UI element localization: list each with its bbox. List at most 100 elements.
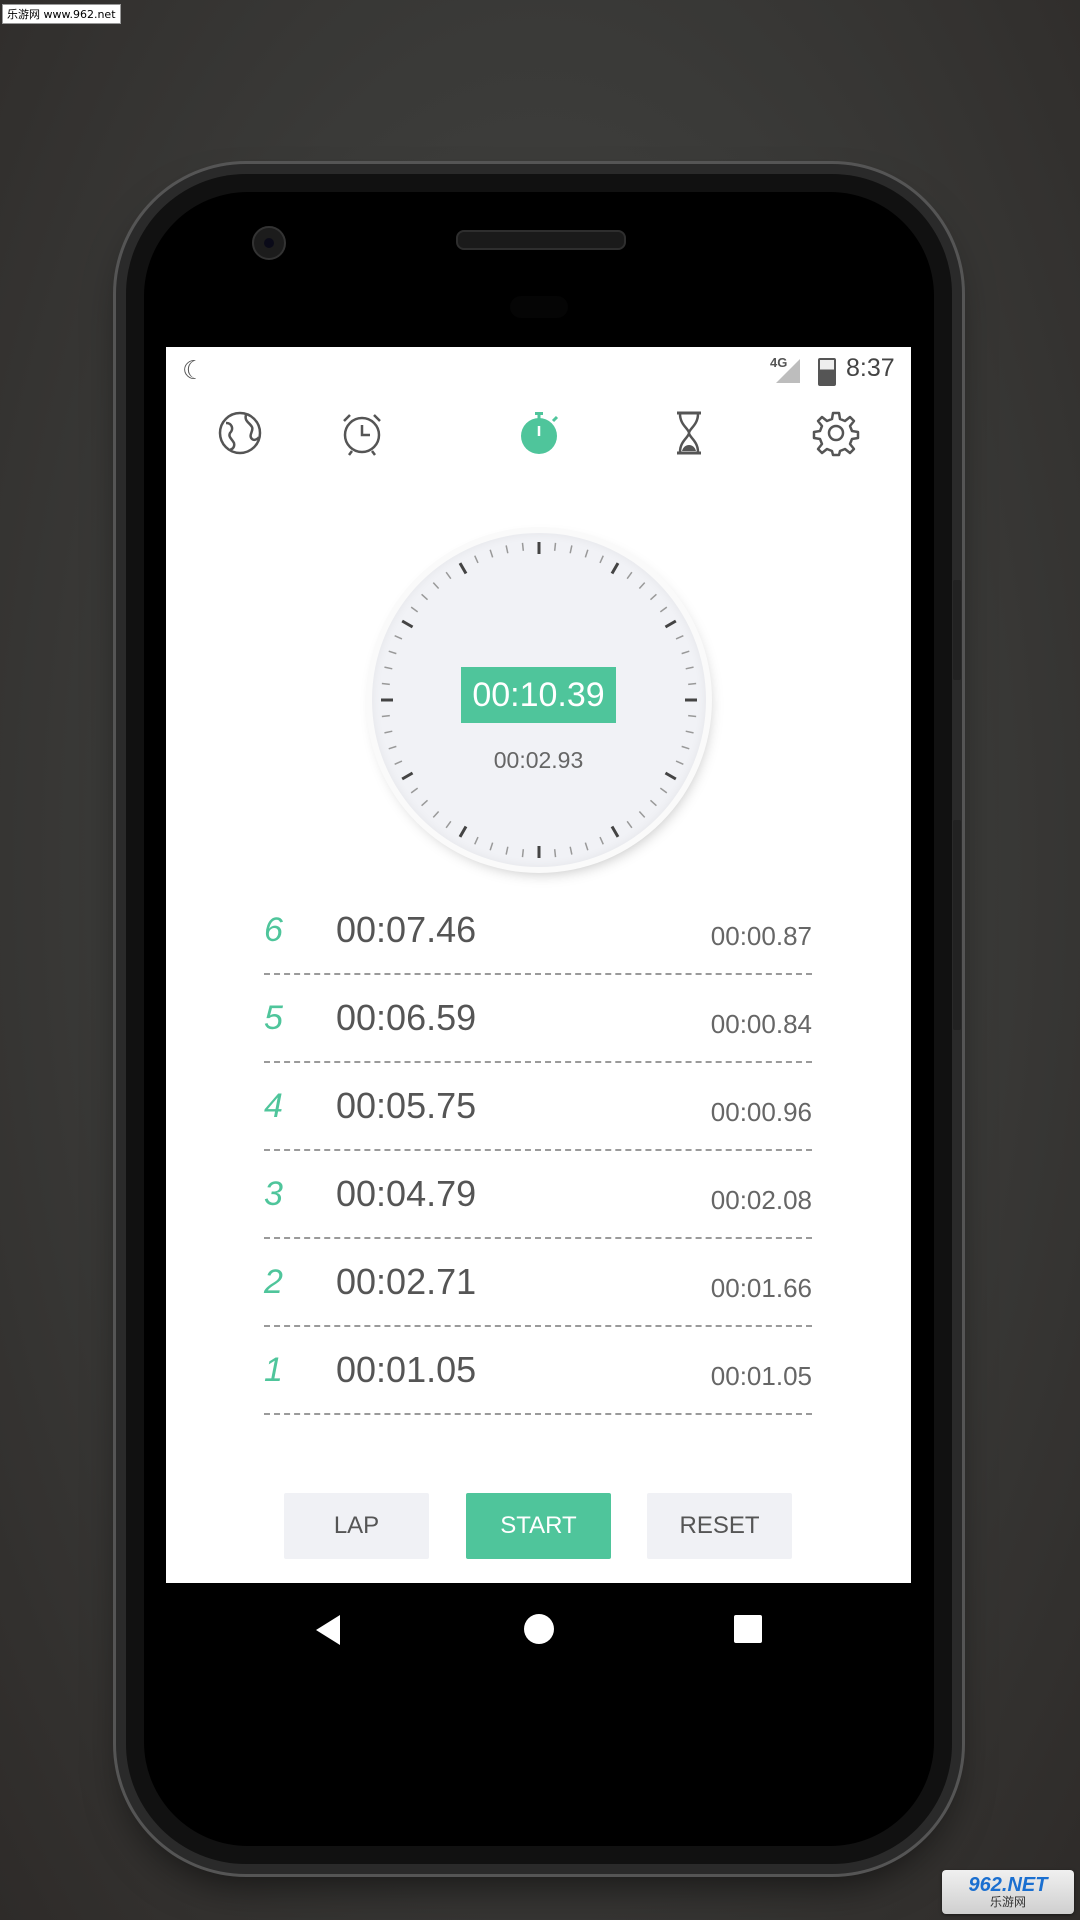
tab-world-clock[interactable] [210, 403, 270, 463]
dial-minor-tick [584, 549, 589, 558]
lap-row: 6 00:07.46 00:00.87 [264, 887, 812, 975]
dial-minor-tick [421, 799, 429, 807]
lap-row: 5 00:06.59 00:00.84 [264, 975, 812, 1063]
lap-row: 4 00:05.75 00:00.96 [264, 1063, 812, 1151]
lap-total-time: 00:06.59 [336, 997, 477, 1038]
lap-split-time: 00:00.87 [710, 921, 812, 951]
proximity-sensor [510, 296, 568, 318]
dial-major-tick [664, 619, 677, 629]
tab-alarm[interactable] [332, 403, 392, 463]
dial-minor-tick [584, 842, 589, 851]
dial-minor-tick [505, 545, 509, 554]
dial-minor-tick [599, 555, 604, 564]
dial-minor-tick [685, 730, 694, 734]
dial-minor-tick [474, 555, 479, 564]
dial-minor-tick [521, 849, 525, 858]
start-button[interactable]: START [466, 1493, 611, 1559]
dial-minor-tick [489, 842, 494, 851]
lap-list: 6 00:07.46 00:00.87 5 00:06.59 00:00.84 … [264, 887, 812, 1415]
dial-minor-tick [626, 571, 633, 580]
dial-minor-tick [685, 666, 694, 670]
app-screen: ☾ 4G 8:37 00:10.39 00:02.93 6 00:07.46 0… [166, 347, 911, 1583]
dial-minor-tick [384, 666, 393, 670]
reset-button[interactable]: RESET [647, 1493, 792, 1559]
lap-total-time: 00:01.05 [336, 1349, 477, 1390]
home-icon[interactable] [524, 1614, 554, 1644]
current-lap-time: 00:02.93 [493, 747, 584, 773]
dial-minor-tick [688, 714, 697, 718]
stopwatch-icon [521, 412, 559, 454]
recents-icon[interactable] [734, 1615, 762, 1643]
front-camera [252, 226, 286, 260]
dial-minor-tick [638, 582, 646, 590]
battery-icon [818, 358, 836, 386]
tab-timer[interactable] [659, 403, 719, 463]
dial-minor-tick [659, 787, 668, 794]
dial-minor-tick [445, 571, 452, 580]
lap-split-time: 00:00.84 [710, 1009, 812, 1039]
lap-number: 3 [264, 1175, 283, 1213]
dial-minor-tick [394, 760, 403, 765]
dial-minor-tick [553, 542, 557, 551]
dial-minor-tick [432, 810, 440, 818]
alarm-clock-icon [343, 414, 381, 456]
lap-button[interactable]: LAP [284, 1493, 429, 1559]
dial-minor-tick [489, 549, 494, 558]
network-type: 4G [770, 355, 788, 370]
dial-minor-tick [569, 846, 573, 855]
lap-number: 5 [264, 999, 283, 1037]
dial-minor-tick [599, 836, 604, 845]
status-bar: ☾ 4G 8:37 [166, 347, 911, 393]
dial-minor-tick [388, 745, 397, 750]
dial-minor-tick [381, 714, 390, 718]
tab-bar [166, 403, 911, 463]
dial-major-tick [664, 771, 677, 781]
gear-icon [812, 411, 860, 457]
dial-minor-tick [681, 745, 690, 750]
power-button [953, 580, 961, 680]
lap-split-time: 00:02.08 [710, 1185, 812, 1215]
lap-row: 2 00:02.71 00:01.66 [264, 1239, 812, 1327]
dial-minor-tick [521, 542, 525, 551]
lap-split-time: 00:01.05 [710, 1361, 812, 1391]
dial-major-tick [610, 825, 620, 838]
elapsed-time-display: 00:10.39 [461, 667, 616, 723]
dial-minor-tick [410, 606, 419, 613]
dial-minor-tick [432, 582, 440, 590]
lap-row: 1 00:01.05 00:01.05 [264, 1327, 812, 1415]
earpiece-speaker [456, 230, 626, 250]
back-icon[interactable] [316, 1615, 340, 1645]
dial-minor-tick [688, 682, 697, 686]
watermark-top: 乐游网 www.962.net [2, 4, 121, 24]
dial-minor-tick [626, 820, 633, 829]
dial-minor-tick [421, 593, 429, 601]
hourglass-icon [677, 411, 701, 455]
dial-minor-tick [410, 787, 419, 794]
lap-row: 3 00:04.79 00:02.08 [264, 1151, 812, 1239]
dial-minor-tick [675, 760, 684, 765]
tab-stopwatch[interactable] [509, 403, 569, 463]
dial-minor-tick [388, 650, 397, 655]
lap-total-time: 00:07.46 [336, 909, 477, 950]
tab-settings[interactable] [806, 403, 866, 463]
status-time: 8:37 [846, 354, 895, 382]
lap-number: 4 [264, 1087, 283, 1125]
navigation-bar [166, 1583, 911, 1673]
lap-total-time: 00:02.71 [336, 1261, 477, 1302]
dial-minor-tick [675, 635, 684, 640]
lap-split-time: 00:01.66 [710, 1273, 812, 1303]
dial-minor-tick [638, 810, 646, 818]
dial-minor-tick [553, 849, 557, 858]
dial-minor-tick [384, 730, 393, 734]
dial-minor-tick [659, 606, 668, 613]
watermark-site-name: 乐游网 [989, 1895, 1026, 1909]
app-notification-icon: ☾ [182, 355, 206, 385]
lap-total-time: 00:05.75 [336, 1085, 477, 1126]
dial-major-tick [401, 619, 414, 629]
dial-minor-tick [569, 545, 573, 554]
lap-number: 1 [264, 1351, 283, 1389]
dial-minor-tick [381, 682, 390, 686]
lap-number: 6 [264, 911, 283, 949]
dial-minor-tick [681, 650, 690, 655]
lap-number: 2 [264, 1263, 283, 1301]
